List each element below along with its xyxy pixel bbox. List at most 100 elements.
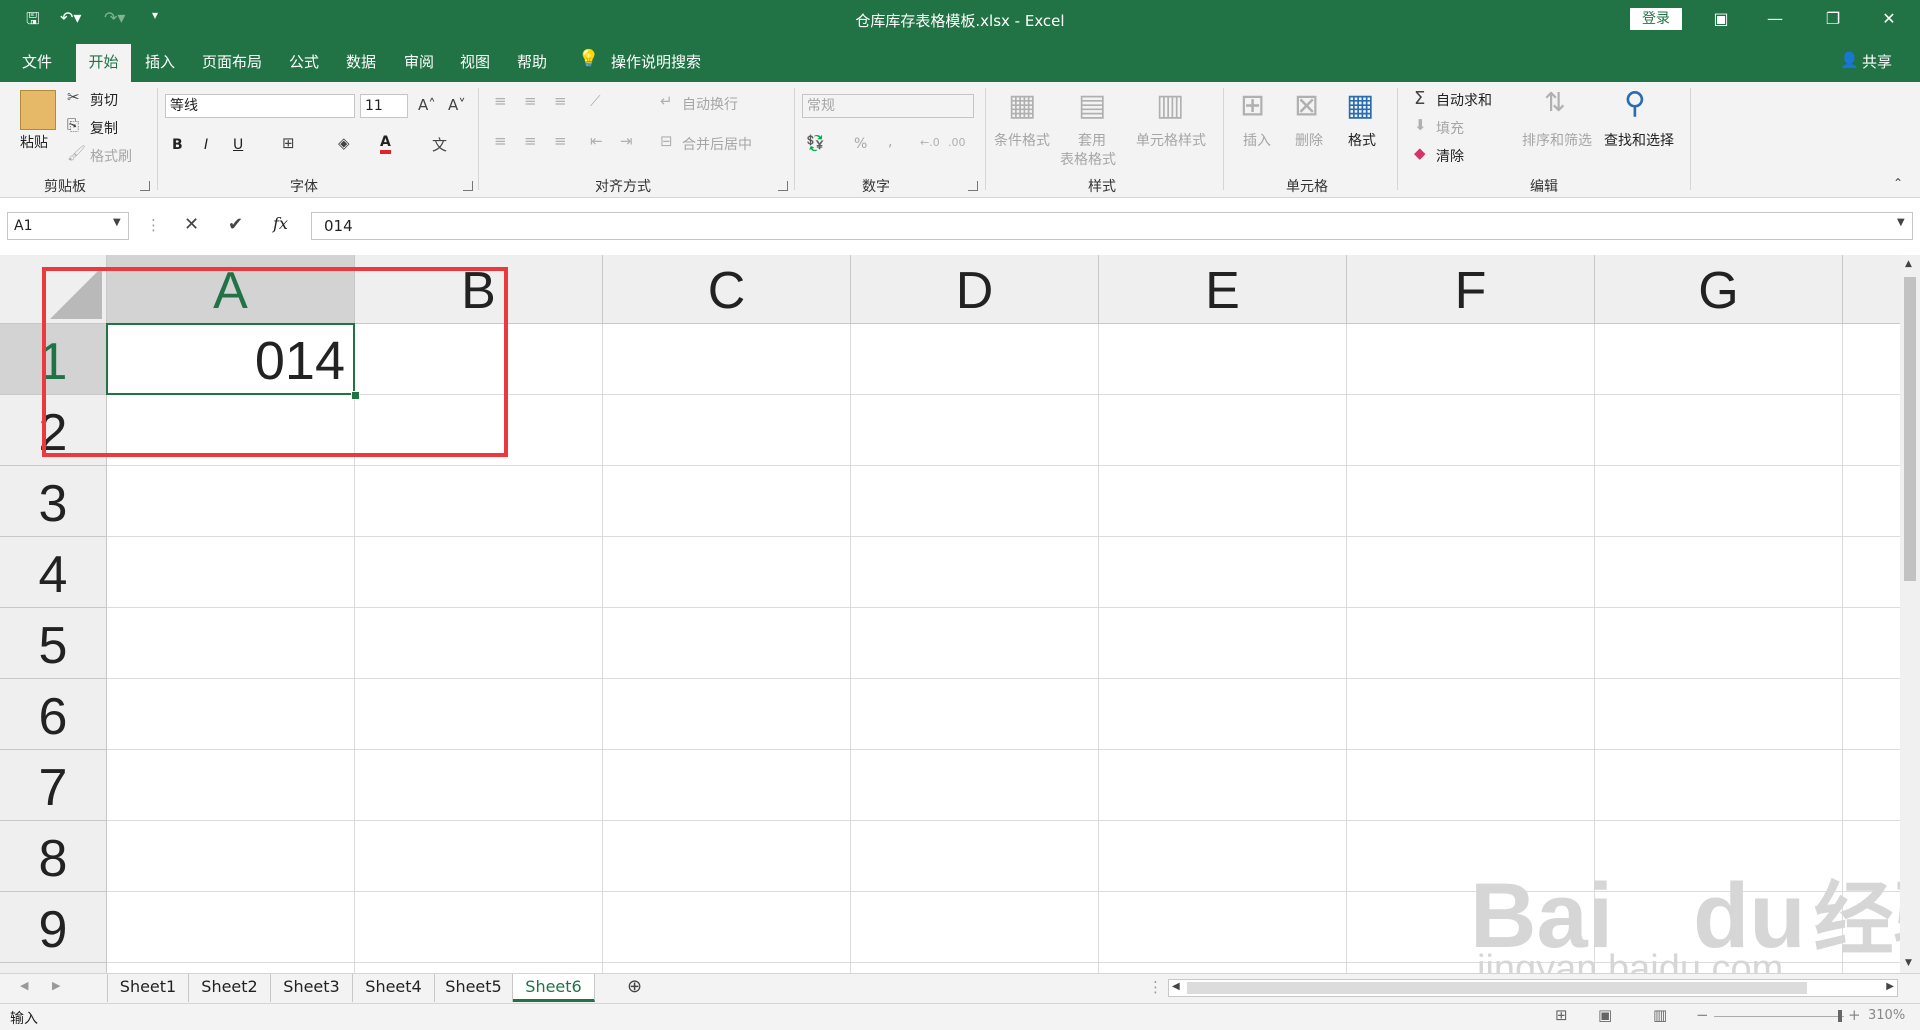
tab-help[interactable]: 帮助: [517, 51, 547, 72]
delete-cells-button[interactable]: 删除: [1295, 130, 1323, 150]
decrease-indent-icon[interactable]: ⇤: [590, 132, 603, 150]
align-middle-icon[interactable]: ≡: [524, 92, 537, 110]
tab-review[interactable]: 审阅: [404, 51, 434, 72]
find-select-button[interactable]: 查找和选择: [1604, 130, 1674, 150]
name-box[interactable]: A1: [7, 212, 129, 240]
sheet-tab-3[interactable]: Sheet3: [271, 974, 353, 1002]
restore-icon[interactable]: ❐: [1818, 6, 1848, 32]
fill-button[interactable]: 填充: [1436, 118, 1464, 138]
tab-home[interactable]: 开始: [76, 44, 131, 82]
name-box-dropdown-icon[interactable]: ▼: [113, 217, 121, 228]
insert-cells-button[interactable]: 插入: [1243, 130, 1271, 150]
comma-style-button[interactable]: ,: [888, 134, 892, 150]
sheet-tab-2[interactable]: Sheet2: [189, 974, 271, 1002]
zoom-slider-thumb[interactable]: [1838, 1010, 1842, 1022]
row-header-3[interactable]: 3: [0, 466, 107, 537]
worksheet-grid[interactable]: A B C D E F G 1 2 3 4 5 6 7 8 9 014 Bai d…: [0, 255, 1900, 973]
share-icon[interactable]: 👤: [1840, 51, 1859, 69]
column-header-g[interactable]: G: [1595, 255, 1843, 324]
font-size-select[interactable]: 11: [360, 94, 408, 118]
share-button[interactable]: 共享: [1862, 51, 1892, 72]
increase-indent-icon[interactable]: ⇥: [620, 132, 633, 150]
wrap-text-button[interactable]: 自动换行: [682, 94, 738, 114]
sheet-tab-6[interactable]: Sheet6: [513, 974, 595, 1002]
tab-insert[interactable]: 插入: [145, 51, 175, 72]
fill-color-icon[interactable]: ◈: [338, 134, 350, 152]
format-cells-button[interactable]: 格式: [1348, 130, 1376, 150]
scroll-up-icon[interactable]: ▲: [1905, 259, 1912, 269]
row-header-8[interactable]: 8: [0, 821, 107, 892]
clipboard-launcher-icon[interactable]: [140, 181, 150, 191]
collapse-ribbon-icon[interactable]: ⌃: [1893, 176, 1903, 190]
scroll-right-icon[interactable]: ▶: [1886, 981, 1894, 992]
paste-button[interactable]: 粘贴: [20, 132, 48, 152]
font-launcher-icon[interactable]: [463, 181, 473, 191]
format-painter-button[interactable]: 格式刷: [90, 146, 132, 166]
align-bottom-icon[interactable]: ≡: [554, 92, 567, 110]
increase-font-icon[interactable]: A˄: [418, 96, 436, 114]
align-right-icon[interactable]: ≡: [554, 132, 567, 150]
orientation-icon[interactable]: ⟋: [590, 92, 601, 110]
tab-formulas[interactable]: 公式: [289, 51, 319, 72]
table-format-button[interactable]: 套用: [1078, 130, 1106, 150]
borders-icon[interactable]: ⊞: [282, 134, 295, 152]
normal-view-icon[interactable]: ⊞: [1555, 1006, 1568, 1024]
confirm-entry-icon[interactable]: ✔: [228, 214, 243, 235]
tab-file[interactable]: 文件: [22, 51, 52, 72]
conditional-format-button[interactable]: 条件格式: [994, 130, 1050, 150]
cancel-entry-icon[interactable]: ✕: [184, 214, 199, 235]
paste-icon[interactable]: [20, 90, 56, 130]
row-header-6[interactable]: 6: [0, 679, 107, 750]
sheet-tab-5[interactable]: Sheet5: [435, 974, 513, 1002]
bold-button[interactable]: B: [172, 137, 183, 153]
zoom-level[interactable]: 310%: [1868, 1008, 1905, 1023]
horizontal-scrollbar[interactable]: ◀ ▶: [1168, 979, 1898, 997]
zoom-out-icon[interactable]: −: [1696, 1006, 1709, 1024]
underline-button[interactable]: U: [233, 137, 243, 153]
zoom-in-icon[interactable]: +: [1848, 1006, 1861, 1024]
page-break-view-icon[interactable]: ▥: [1653, 1006, 1667, 1024]
new-sheet-icon[interactable]: ⊕: [627, 976, 642, 997]
column-header-d[interactable]: D: [851, 255, 1099, 324]
font-color-button[interactable]: A: [380, 134, 391, 154]
close-icon[interactable]: ✕: [1874, 6, 1904, 32]
formula-input[interactable]: 014: [311, 212, 1913, 240]
autosum-button[interactable]: 自动求和: [1436, 90, 1492, 110]
sheet-tab-4[interactable]: Sheet4: [353, 974, 435, 1002]
horizontal-scroll-thumb[interactable]: [1187, 982, 1807, 994]
alignment-launcher-icon[interactable]: [778, 181, 788, 191]
sheet-tab-1[interactable]: Sheet1: [107, 974, 189, 1002]
tab-data[interactable]: 数据: [346, 51, 376, 72]
zoom-slider[interactable]: [1714, 1016, 1844, 1017]
tab-view[interactable]: 视图: [460, 51, 490, 72]
tell-me-search[interactable]: 操作说明搜索: [611, 51, 701, 72]
insert-function-button[interactable]: fx: [273, 214, 288, 233]
login-button[interactable]: 登录: [1630, 8, 1682, 30]
phonetic-icon[interactable]: 文: [432, 134, 447, 155]
vertical-scrollbar[interactable]: ▲ ▼: [1900, 255, 1920, 973]
accounting-format-icon[interactable]: 💱: [806, 134, 825, 152]
clear-button[interactable]: 清除: [1436, 146, 1464, 166]
row-header-5[interactable]: 5: [0, 608, 107, 679]
number-format-select[interactable]: 常规: [802, 94, 974, 118]
increase-decimal-icon[interactable]: ←.0: [920, 136, 940, 149]
cut-button[interactable]: 剪切: [90, 90, 118, 110]
column-header-c[interactable]: C: [603, 255, 851, 324]
table-format-button-line2[interactable]: 表格格式: [1060, 149, 1116, 169]
column-header-f[interactable]: F: [1347, 255, 1595, 324]
scroll-down-icon[interactable]: ▼: [1905, 958, 1912, 968]
row-header-9[interactable]: 9: [0, 892, 107, 963]
tab-splitter-icon[interactable]: ⋮: [1148, 978, 1163, 996]
font-name-select[interactable]: 等线: [165, 94, 355, 118]
align-top-icon[interactable]: ≡: [494, 92, 507, 110]
next-sheet-icon[interactable]: ▶: [52, 979, 60, 992]
percent-style-button[interactable]: %: [854, 136, 867, 152]
decrease-decimal-icon[interactable]: .00: [948, 136, 966, 149]
vertical-scroll-thumb[interactable]: [1904, 277, 1916, 581]
ribbon-display-options-icon[interactable]: ▣: [1706, 6, 1736, 32]
align-center-icon[interactable]: ≡: [524, 132, 537, 150]
expand-formula-bar-icon[interactable]: ▼: [1897, 217, 1905, 228]
scroll-left-icon[interactable]: ◀: [1172, 981, 1180, 992]
align-left-icon[interactable]: ≡: [494, 132, 507, 150]
minimize-icon[interactable]: —: [1760, 6, 1790, 32]
